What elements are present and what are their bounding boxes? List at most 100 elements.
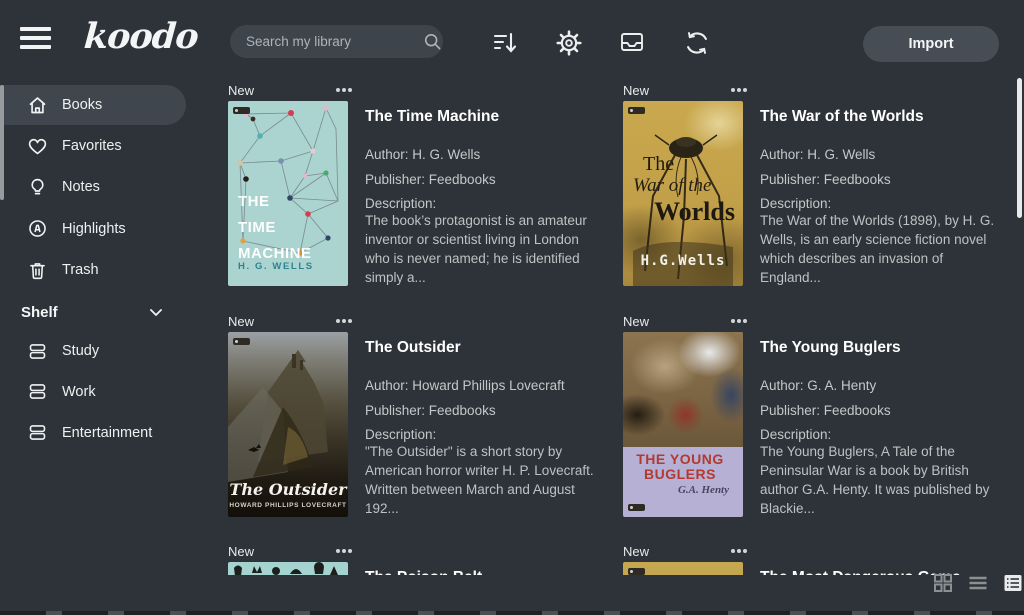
import-button[interactable]: Import: [863, 26, 999, 62]
book-publisher: Publisher: Feedbooks: [365, 403, 600, 418]
book-author: Author: Howard Phillips Lovecraft: [365, 378, 600, 393]
book-title[interactable]: The Outsider: [365, 339, 600, 357]
book-card[interactable]: New: [228, 82, 600, 287]
new-badge: New: [623, 544, 649, 559]
feedbooks-badge: [628, 107, 645, 114]
topbar: koodo: [0, 0, 1024, 75]
shelf-icon: [27, 381, 48, 402]
view-switcher: [932, 572, 1024, 594]
book-author: Author: H. G. Wells: [760, 147, 995, 162]
book-title[interactable]: The Young Buglers: [760, 339, 995, 357]
new-badge: New: [228, 314, 254, 329]
description-label: Description:: [760, 427, 995, 442]
sidebar-item-books[interactable]: Books: [0, 85, 186, 125]
book-card[interactable]: New: [623, 82, 995, 287]
sidebar-item-study[interactable]: Study: [0, 331, 186, 371]
sidebar-scrollbar-thumb[interactable]: [0, 85, 4, 200]
book-list: New: [200, 75, 1024, 575]
battle-art: [623, 332, 743, 447]
sidebar-item-label: Notes: [62, 179, 100, 195]
list-view-icon[interactable]: [967, 572, 989, 594]
sidebar-item-label: Study: [62, 343, 99, 359]
sort-desc-icon[interactable]: [492, 30, 518, 56]
book-title[interactable]: The War of the Worlds: [760, 108, 995, 126]
shelf-icon: [27, 341, 48, 362]
book-title[interactable]: The Time Machine: [365, 108, 600, 126]
book-cover-the-outsider[interactable]: The Outsider HOWARD PHILLIPS LOVECRAFT: [228, 332, 348, 517]
book-publisher: Publisher: Feedbooks: [365, 172, 600, 187]
cover-author: H.G.Wells: [623, 253, 743, 269]
book-card-partial[interactable]: New The Poison Belt: [228, 543, 600, 575]
sidebar-item-label: Work: [62, 384, 96, 400]
home-icon: [27, 95, 48, 116]
book-author: Author: H. G. Wells: [365, 147, 600, 162]
sidebar-item-work[interactable]: Work: [0, 372, 186, 412]
lightbulb-icon: [27, 177, 48, 198]
book-description: The book’s protagonist is an amateur inv…: [365, 211, 600, 287]
cover-title: THE YOUNG BUGLERS: [623, 452, 737, 482]
feedbooks-badge: [233, 107, 250, 114]
sync-icon[interactable]: [684, 30, 710, 56]
highlighter-icon: [27, 218, 48, 239]
sidebar-item-favorites[interactable]: Favorites: [0, 126, 186, 166]
description-label: Description:: [760, 196, 995, 211]
new-badge: New: [623, 314, 649, 329]
sidebar-item-label: Books: [62, 97, 102, 113]
cover-author: H. G. WELLS: [238, 261, 314, 272]
trash-icon: [27, 260, 48, 281]
sidebar-item-notes[interactable]: Notes: [0, 167, 186, 207]
book-more-icon[interactable]: [731, 549, 735, 553]
window-bottom-edge: [0, 611, 1024, 615]
inbox-icon[interactable]: [619, 30, 645, 56]
book-description: "The Outsider" is a short story by Ameri…: [365, 442, 600, 518]
sidebar-item-label: Entertainment: [62, 425, 152, 441]
book-card[interactable]: New THE YOUNG BUGLERS G.A. Henty The You…: [623, 313, 995, 518]
description-label: Description:: [365, 427, 600, 442]
book-description: The War of the Worlds (1898), by H. G. W…: [760, 211, 995, 287]
new-badge: New: [623, 83, 649, 98]
book-cover-time-machine[interactable]: THE TIME MACHINE H. G. WELLS: [228, 101, 348, 286]
book-more-icon[interactable]: [731, 88, 735, 92]
cover-author: G.A. Henty: [678, 484, 729, 496]
book-more-icon[interactable]: [336, 549, 340, 553]
shelf-section-header[interactable]: Shelf: [0, 292, 186, 332]
sidebar-item-entertainment[interactable]: Entertainment: [0, 413, 186, 453]
search-input[interactable]: [246, 34, 423, 49]
feedbooks-badge: [233, 338, 250, 345]
feedbooks-badge: [628, 568, 645, 575]
book-more-icon[interactable]: [336, 88, 340, 92]
chevron-down-icon[interactable]: [148, 305, 164, 319]
heart-icon: [27, 136, 48, 157]
search-box[interactable]: [230, 25, 443, 58]
sidebar-item-label: Favorites: [62, 138, 122, 154]
new-badge: New: [228, 544, 254, 559]
shelf-icon: [27, 422, 48, 443]
book-description: The Young Buglers, A Tale of the Peninsu…: [760, 442, 995, 518]
feedbooks-badge: [628, 504, 645, 511]
grid-view-icon[interactable]: [932, 572, 954, 594]
book-title[interactable]: The Poison Belt: [365, 569, 600, 575]
content-scrollbar-thumb[interactable]: [1017, 78, 1022, 218]
menu-icon[interactable]: [20, 27, 51, 49]
koodo-reader-window: koodo: [0, 0, 1024, 615]
book-more-icon[interactable]: [336, 319, 340, 323]
sidebar-item-label: Trash: [62, 262, 99, 278]
search-icon[interactable]: [423, 32, 442, 51]
book-publisher: Publisher: Feedbooks: [760, 172, 995, 187]
sidebar-item-trash[interactable]: Trash: [0, 250, 186, 290]
book-more-icon[interactable]: [731, 319, 735, 323]
book-cover-partial[interactable]: [228, 562, 348, 575]
new-badge: New: [228, 83, 254, 98]
settings-gear-icon[interactable]: [556, 30, 582, 56]
book-card-partial[interactable]: New The Most Dangerous Game: [623, 543, 995, 575]
book-cover-partial[interactable]: [623, 562, 743, 575]
book-cover-war-of-the-worlds[interactable]: The War of the Worlds H.G.Wells: [623, 101, 743, 286]
sidebar-item-highlights[interactable]: Highlights: [0, 209, 186, 249]
detail-view-icon[interactable]: [1002, 572, 1024, 594]
book-publisher: Publisher: Feedbooks: [760, 403, 995, 418]
book-cover-young-buglers[interactable]: THE YOUNG BUGLERS G.A. Henty: [623, 332, 743, 517]
ink-art: [228, 562, 348, 575]
app-logo: koodo: [83, 16, 200, 57]
book-card[interactable]: New The Outsider HOWARD: [228, 313, 600, 518]
sidebar-item-label: Highlights: [62, 221, 126, 237]
